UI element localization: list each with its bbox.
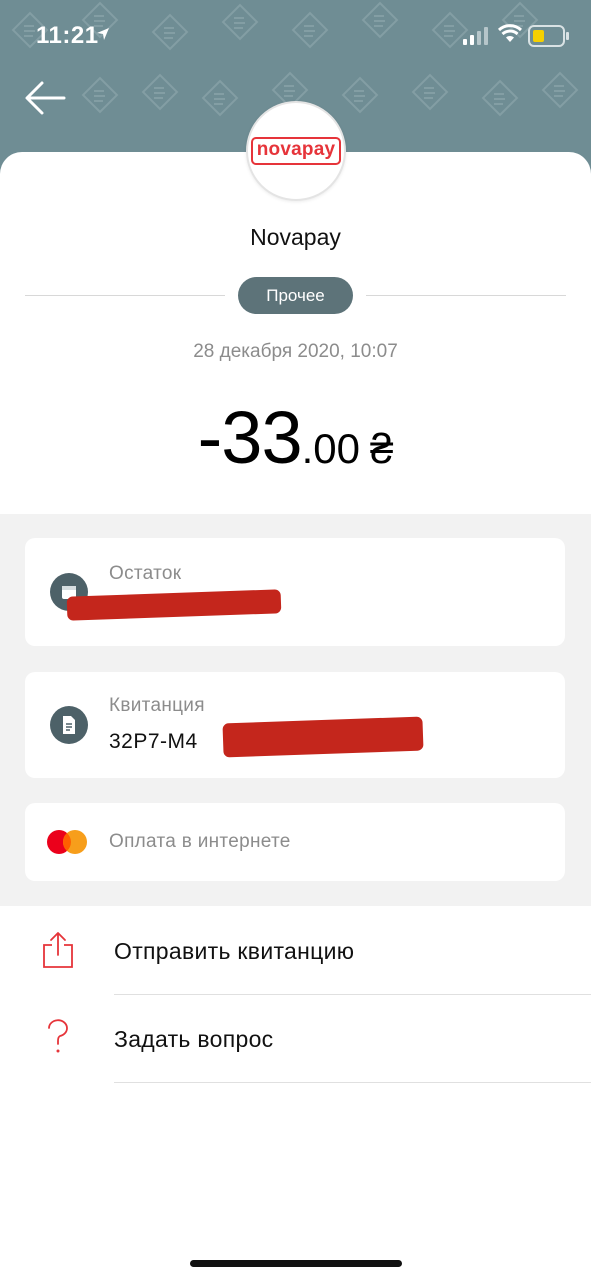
back-arrow-icon[interactable] xyxy=(22,78,68,118)
battery-icon xyxy=(528,25,569,47)
wifi-icon xyxy=(497,24,523,42)
merchant-logo: novapay xyxy=(246,101,346,201)
divider-right xyxy=(366,295,566,296)
send-receipt-label: Отправить квитанцию xyxy=(114,938,355,964)
home-indicator[interactable] xyxy=(190,1260,402,1267)
action-divider xyxy=(114,1082,591,1083)
receipt-redaction xyxy=(222,716,424,758)
amount-cents: .00 xyxy=(301,425,360,472)
merchant-name: Novapay xyxy=(250,224,341,250)
amount-currency: ₴ xyxy=(369,425,394,472)
transaction-amount: -33.00 ₴ xyxy=(0,395,591,480)
amount-main: -33 xyxy=(197,396,303,479)
transaction-date: 28 декабря 2020, 10:07 xyxy=(193,341,398,362)
share-icon xyxy=(43,932,73,968)
question-icon xyxy=(48,1019,68,1053)
document-icon xyxy=(50,706,88,744)
ask-question-button[interactable]: Задать вопрос xyxy=(0,995,591,1083)
receipt-card[interactable]: Квитанция 32P7-M4 7 xyxy=(25,672,565,778)
payment-method-card: Оплата в интернете xyxy=(25,803,565,881)
receipt-label: Квитанция xyxy=(109,695,205,716)
balance-redaction xyxy=(66,589,282,621)
payment-method-label: Оплата в интернете xyxy=(109,831,291,852)
balance-card: Остаток xyxy=(25,538,565,646)
receipt-value-prefix: 32P7-M4 xyxy=(109,730,198,753)
logo-text: novapay xyxy=(250,137,342,165)
balance-label: Остаток xyxy=(109,563,182,584)
category-badge[interactable]: Прочее xyxy=(238,277,353,314)
mastercard-icon xyxy=(47,830,87,854)
send-receipt-button[interactable]: Отправить квитанцию xyxy=(0,907,591,995)
cellular-signal-icon xyxy=(463,27,488,45)
ask-question-label: Задать вопрос xyxy=(114,1026,274,1052)
location-arrow-icon xyxy=(97,28,109,40)
status-bar: 11:21 xyxy=(0,0,591,72)
status-time: 11:21 xyxy=(36,22,99,49)
divider-left xyxy=(25,295,225,296)
